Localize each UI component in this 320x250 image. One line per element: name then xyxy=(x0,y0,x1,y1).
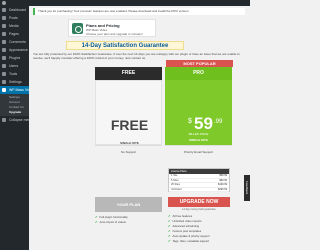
license-label: 25 Sites xyxy=(171,183,181,186)
sidebar-item-settings[interactable]: Settings xyxy=(0,78,29,86)
your-plan-button[interactable]: YOUR PLAN xyxy=(95,197,162,212)
checkmark-icon: ✔ xyxy=(168,239,171,243)
plugin-logo-icon xyxy=(72,23,83,34)
free-feature-list: ✔ Full plugin functionality ✔ Auto-import … xyxy=(95,215,128,225)
license-label: 5 Sites xyxy=(171,178,179,182)
sidebar-item-media[interactable]: Media xyxy=(0,22,29,30)
plugin-icon xyxy=(2,56,6,60)
settings-icon xyxy=(2,80,6,84)
free-plan-support: No Support xyxy=(120,150,137,154)
sidebar-item-label: Tools xyxy=(9,72,18,76)
guarantee-text: You are fully protected by our 100% Sati… xyxy=(33,52,240,60)
license-price: $59.99 xyxy=(219,174,227,177)
brush-icon xyxy=(2,48,6,52)
list-item: ✔ Tags, titles, metadata support xyxy=(168,239,210,244)
sidebar-item-label: Appearance xyxy=(9,48,28,52)
list-item: ✔ Auto-import of videos xyxy=(95,220,128,225)
page-icon xyxy=(2,32,6,36)
license-label: Unlimited xyxy=(171,187,182,191)
pro-license-table[interactable]: License Plans 1 Site $59.99 5 Sites $99.… xyxy=(168,168,230,192)
sidebar-item-wp-mass-video[interactable]: WP Mass Video xyxy=(0,86,29,94)
pro-price-cents: .99 xyxy=(214,119,223,125)
feature-label: Tags, titles, metadata support xyxy=(172,239,210,243)
license-price: $299.99 xyxy=(217,187,227,191)
feature-label: Auto-import of videos xyxy=(99,220,126,224)
pro-plan-sites[interactable]: SINGLE SITE xyxy=(165,138,232,142)
collapse-label: Collapse menu xyxy=(9,118,29,122)
license-price: $99.99 xyxy=(219,178,227,182)
sidebar-item-label: Users xyxy=(9,64,19,68)
submenu-item-upgrade[interactable]: Upgrade xyxy=(0,110,29,115)
guarantee-title-text: 14-Day Satisfaction Guarantee xyxy=(81,43,169,49)
sidebar-item-comments[interactable]: Comments xyxy=(0,38,29,46)
guarantee-title: 14-Day Satisfaction Guarantee xyxy=(66,41,184,50)
money-back-note: 14 day money back guarantee xyxy=(182,208,216,211)
sidebar-item-plugins[interactable]: Plugins xyxy=(0,54,29,62)
license-price: $199.99 xyxy=(217,183,227,186)
pro-divider xyxy=(165,145,232,146)
admin-sidebar: Dashboard Posts Media Pages Comments App… xyxy=(0,6,29,250)
pro-plan-price-area: $ 59 .99 BILLED ONCE SINGLE SITE xyxy=(165,80,232,145)
sidebar-item-users[interactable]: Users xyxy=(0,62,29,70)
free-divider xyxy=(95,145,162,146)
dashboard-icon xyxy=(2,8,6,12)
sidebar-item-label: Posts xyxy=(9,16,18,20)
license-label: 1 Site xyxy=(171,174,178,177)
table-row[interactable]: Unlimited $299.99 xyxy=(169,187,229,192)
sidebar-item-label: Dashboard xyxy=(9,8,27,12)
pro-plan-header: PRO xyxy=(165,67,232,80)
sidebar-item-appearance[interactable]: Appearance xyxy=(0,46,29,54)
wrench-icon xyxy=(2,72,6,76)
feedback-tab[interactable]: Feedback xyxy=(244,175,250,201)
free-plan-price-area: FREE SINGLE SITE xyxy=(95,80,162,145)
users-icon xyxy=(2,64,6,68)
sidebar-item-label: Media xyxy=(9,24,19,28)
success-notice: Thank you for purchasing! Your premium f… xyxy=(33,8,245,15)
sidebar-item-label: WP Mass Video xyxy=(9,88,29,92)
admin-bar xyxy=(0,0,250,6)
sidebar-item-label: Settings xyxy=(9,80,22,84)
sidebar-item-label: Plugins xyxy=(9,56,21,60)
upgrade-now-button[interactable]: UPGRADE NOW xyxy=(168,197,230,207)
collapse-menu-button[interactable]: Collapse menu xyxy=(0,116,29,124)
pro-plan-support: Priority Email Support xyxy=(183,150,213,154)
pin-icon xyxy=(2,16,6,20)
wordpress-logo-icon[interactable] xyxy=(2,1,6,5)
pro-feature-list: ✔ All free features ✔ Unlimited video impo… xyxy=(168,214,210,244)
collapse-icon xyxy=(2,118,6,122)
video-icon xyxy=(2,88,6,92)
most-popular-badge: MOST POPULAR xyxy=(166,60,233,67)
sidebar-item-pages[interactable]: Pages xyxy=(0,30,29,38)
checkmark-icon: ✔ xyxy=(95,220,98,224)
free-plan-header: FREE xyxy=(95,67,162,80)
sidebar-item-posts[interactable]: Posts xyxy=(0,14,29,22)
pro-price-currency: $ xyxy=(188,118,192,125)
sidebar-item-label: Pages xyxy=(9,32,19,36)
sidebar-item-dashboard[interactable]: Dashboard xyxy=(0,6,29,14)
sidebar-item-tools[interactable]: Tools xyxy=(0,70,29,78)
free-plan-price: FREE xyxy=(110,117,149,133)
sidebar-item-label: Comments xyxy=(9,40,26,44)
pro-billing-period: BILLED ONCE xyxy=(188,132,209,136)
plugin-header-card: Plans and Pricing WP Mass Video Choose y… xyxy=(68,19,156,37)
comment-icon xyxy=(2,40,6,44)
pro-price-amount: 59 xyxy=(194,114,213,133)
media-icon xyxy=(2,24,6,28)
plugin-subtitle: Choose your plan and upgrade in minutes! xyxy=(86,32,143,36)
sidebar-submenu: Settings Account Contact Us Upgrade xyxy=(0,94,29,116)
